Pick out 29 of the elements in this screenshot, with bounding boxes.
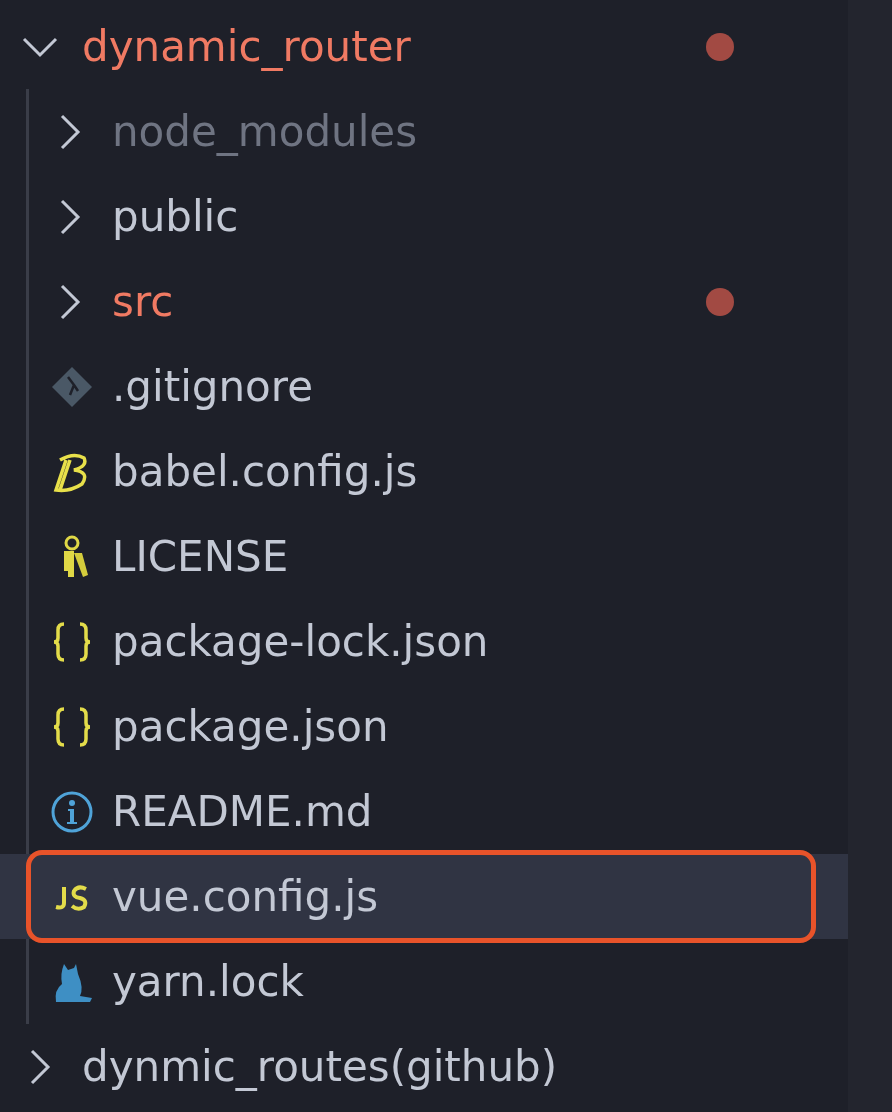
tree-row[interactable]: yarn.lock <box>0 939 848 1024</box>
modified-dot <box>706 287 734 316</box>
tree-row[interactable]: public <box>0 174 848 259</box>
folder-name: src <box>112 277 174 326</box>
file-name: package-lock.json <box>112 617 489 666</box>
git-icon <box>50 364 94 409</box>
tree-row[interactable]: src <box>0 259 848 344</box>
tree-row[interactable]: dynmic_routes(github) <box>0 1024 848 1109</box>
folder-name: dynmic_routes(github) <box>82 1042 558 1091</box>
file-name: yarn.lock <box>112 957 304 1006</box>
tree-row[interactable]: LICENSE <box>0 514 848 599</box>
file-name: vue.config.js <box>112 872 379 921</box>
file-name: .gitignore <box>112 362 313 411</box>
modified-dot <box>706 32 734 61</box>
scrollbar-track[interactable] <box>848 0 892 1112</box>
file-name: babel.config.js <box>112 447 418 496</box>
info-icon <box>50 789 94 834</box>
tree-row[interactable]: package.json <box>0 684 848 769</box>
file-name: README.md <box>112 787 373 836</box>
file-name: package.json <box>112 702 389 751</box>
folder-name: public <box>112 192 239 241</box>
tree-row[interactable]: babel.config.js <box>0 429 848 514</box>
file-name: LICENSE <box>112 532 289 581</box>
tree-row[interactable]: README.md <box>0 769 848 854</box>
tree-row[interactable]: package-lock.json <box>0 599 848 684</box>
tree-row[interactable]: .gitignore <box>0 344 848 429</box>
folder-name: dynamic_router <box>82 22 411 71</box>
tree-row[interactable]: dynamic_router <box>0 4 848 89</box>
folder-name: node_modules <box>112 107 418 156</box>
